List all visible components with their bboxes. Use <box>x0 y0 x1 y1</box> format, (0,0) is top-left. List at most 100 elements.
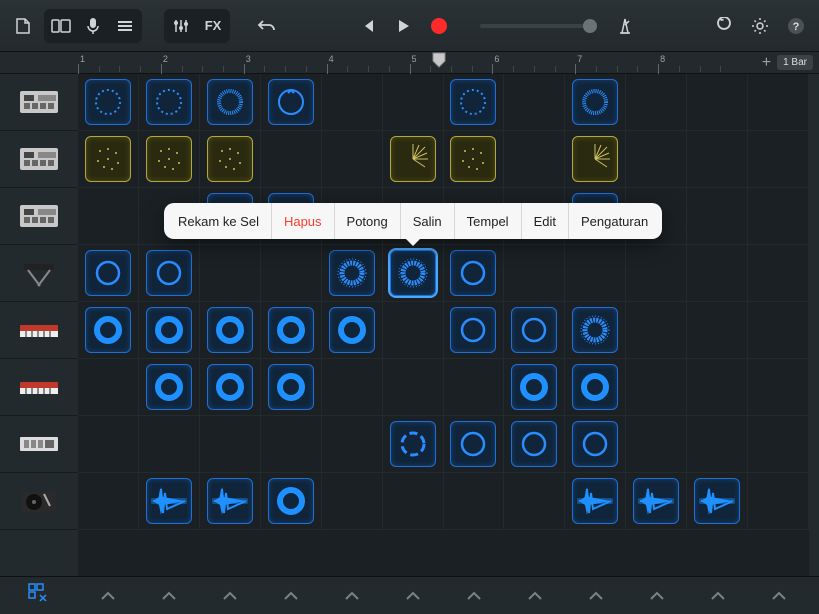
context-menu-item[interactable]: Hapus <box>272 203 335 239</box>
undo-button[interactable] <box>252 11 282 41</box>
context-menu-item[interactable]: Salin <box>401 203 455 239</box>
loop-pad[interactable] <box>268 364 314 410</box>
grid-cell[interactable] <box>200 473 261 530</box>
track-header-drum-machine-2[interactable] <box>0 131 78 188</box>
ruler-timeline[interactable]: 12345678 <box>78 52 741 73</box>
loop-pad[interactable] <box>85 79 131 125</box>
fx-button[interactable]: FX <box>198 11 228 41</box>
track-header-keyboard-red-2[interactable] <box>0 359 78 416</box>
grid-cell[interactable] <box>444 473 505 530</box>
loop-pad[interactable] <box>450 79 496 125</box>
loop-pad[interactable] <box>572 478 618 524</box>
grid-cell[interactable] <box>200 131 261 188</box>
loop-pad[interactable] <box>450 250 496 296</box>
track-header-keyboard-red-1[interactable] <box>0 302 78 359</box>
grid-cell[interactable] <box>322 245 383 302</box>
grid-cell[interactable] <box>200 302 261 359</box>
loop-pad[interactable] <box>511 364 557 410</box>
grid-cell[interactable] <box>78 245 139 302</box>
grid-cell[interactable] <box>139 473 200 530</box>
grid-cell[interactable] <box>78 188 139 245</box>
grid-cell[interactable] <box>565 245 626 302</box>
grid-cell[interactable] <box>78 74 139 131</box>
grid-cell[interactable] <box>139 131 200 188</box>
grid-cell[interactable] <box>748 245 809 302</box>
grid-cell[interactable] <box>78 473 139 530</box>
prev-button[interactable] <box>352 11 382 41</box>
column-trigger[interactable] <box>687 577 748 614</box>
mixer-button[interactable] <box>166 11 196 41</box>
context-menu-item[interactable]: Tempel <box>455 203 522 239</box>
track-header-synth-white[interactable] <box>0 416 78 473</box>
grid-cell[interactable] <box>139 359 200 416</box>
grid-cell[interactable] <box>322 302 383 359</box>
loop-pad[interactable] <box>390 421 436 467</box>
grid-cell[interactable] <box>383 245 444 302</box>
loop-pad[interactable] <box>450 307 496 353</box>
track-header-turntable[interactable] <box>0 473 78 530</box>
column-trigger[interactable] <box>78 577 139 614</box>
loop-pad[interactable] <box>207 79 253 125</box>
grid-cell[interactable] <box>200 74 261 131</box>
loop-pad[interactable] <box>146 136 192 182</box>
grid-cell[interactable] <box>322 131 383 188</box>
loop-button[interactable] <box>709 11 739 41</box>
grid-cell[interactable] <box>626 245 687 302</box>
loop-pad[interactable] <box>268 478 314 524</box>
list-button[interactable] <box>110 11 140 41</box>
column-trigger[interactable] <box>565 577 626 614</box>
column-trigger[interactable] <box>444 577 505 614</box>
grid-cell[interactable] <box>504 473 565 530</box>
loop-pad[interactable] <box>146 307 192 353</box>
browser-button[interactable] <box>46 11 76 41</box>
bar-length-chip[interactable]: 1 Bar <box>777 55 813 70</box>
loop-pad[interactable] <box>85 250 131 296</box>
context-menu-item[interactable]: Potong <box>335 203 401 239</box>
settings-button[interactable] <box>745 11 775 41</box>
add-section-button[interactable]: + <box>762 54 771 72</box>
grid-cell[interactable] <box>444 302 505 359</box>
loop-pad[interactable] <box>633 478 679 524</box>
column-trigger[interactable] <box>626 577 687 614</box>
grid-cell[interactable] <box>322 74 383 131</box>
column-trigger[interactable] <box>748 577 809 614</box>
grid-cell[interactable] <box>748 416 809 473</box>
track-header-drum-machine-1[interactable] <box>0 74 78 131</box>
grid-cell[interactable] <box>687 302 748 359</box>
loop-pad[interactable] <box>329 250 375 296</box>
project-button[interactable] <box>8 11 38 41</box>
grid-cell[interactable] <box>78 131 139 188</box>
grid-cell[interactable] <box>444 416 505 473</box>
column-trigger[interactable] <box>322 577 383 614</box>
loop-pad[interactable] <box>207 478 253 524</box>
grid-cell[interactable] <box>748 131 809 188</box>
grid-cell[interactable] <box>383 359 444 416</box>
loop-pad[interactable] <box>146 478 192 524</box>
grid-cell[interactable] <box>261 131 322 188</box>
grid-cell[interactable] <box>565 473 626 530</box>
grid-cell[interactable] <box>261 302 322 359</box>
grid-cell[interactable] <box>565 302 626 359</box>
grid-cell[interactable] <box>687 359 748 416</box>
grid-cell[interactable] <box>748 74 809 131</box>
loop-pad[interactable] <box>694 478 740 524</box>
grid-cell[interactable] <box>748 188 809 245</box>
grid-cell[interactable] <box>78 302 139 359</box>
grid-cell[interactable] <box>322 473 383 530</box>
grid-cell[interactable] <box>626 74 687 131</box>
grid-cell[interactable] <box>626 131 687 188</box>
grid-cell[interactable] <box>748 359 809 416</box>
loop-pad[interactable] <box>450 136 496 182</box>
grid-cell[interactable] <box>139 416 200 473</box>
context-menu-item[interactable]: Edit <box>522 203 569 239</box>
grid-cell[interactable] <box>261 359 322 416</box>
loop-pad[interactable] <box>329 307 375 353</box>
grid-cell[interactable] <box>748 302 809 359</box>
grid-cell[interactable] <box>687 245 748 302</box>
grid-cell[interactable] <box>565 359 626 416</box>
loop-pad[interactable] <box>511 307 557 353</box>
grid-cell[interactable] <box>565 74 626 131</box>
grid-cell[interactable] <box>504 74 565 131</box>
grid-cell[interactable] <box>383 416 444 473</box>
grid-cell[interactable] <box>687 74 748 131</box>
